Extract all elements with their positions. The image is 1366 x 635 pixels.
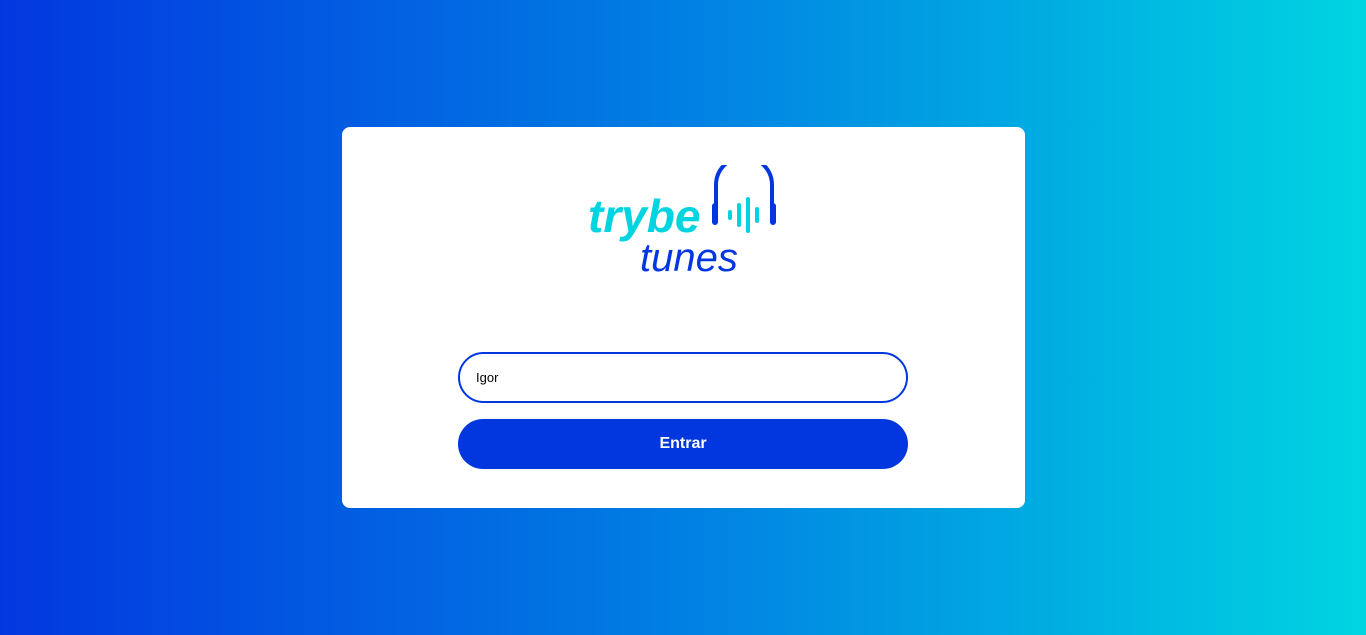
logo-tunes-text: tunes: [640, 236, 738, 277]
logo-trybe-text: trybe: [588, 190, 700, 242]
name-input[interactable]: [458, 352, 908, 403]
enter-button[interactable]: Entrar: [458, 419, 908, 469]
trybe-tunes-logo: trybe tunes: [588, 165, 780, 277]
headphones-icon: [712, 165, 776, 233]
login-card: trybe tunes Entrar: [342, 127, 1025, 508]
logo-graphic: trybe tunes: [588, 165, 776, 277]
